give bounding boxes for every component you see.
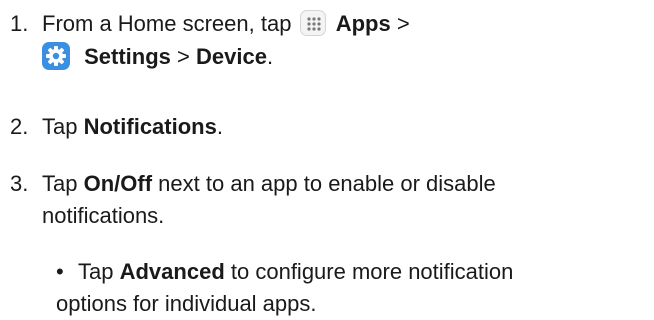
device-label: Device <box>196 44 267 69</box>
step-text: From a Home screen, tap <box>42 11 292 36</box>
bullet-marker: • <box>56 259 64 284</box>
step-text: next to an app to enable or disable <box>158 171 496 196</box>
separator: > <box>396 11 410 36</box>
on-off-label: On/Off <box>83 171 153 196</box>
period: . <box>266 44 274 69</box>
step-number: 2. <box>10 114 29 139</box>
bullet-text: options for individual apps. <box>56 291 317 316</box>
apps-grid-icon <box>299 10 326 36</box>
bullet-text: to configure more notification <box>230 259 514 284</box>
separator: > <box>177 44 190 69</box>
step-2-line-1: Tap Notifications. <box>42 111 223 143</box>
step-text: notifications. <box>42 203 165 228</box>
bullet-line-1: Tap Advanced to configure more notificat… <box>78 256 513 288</box>
step-text: Tap <box>42 114 78 139</box>
advanced-label: Advanced <box>119 259 225 284</box>
settings-gear-icon <box>42 42 70 70</box>
step-3-line-2: notifications. <box>42 200 164 232</box>
step-text: Tap <box>42 171 78 196</box>
bullet-text: Tap <box>78 259 114 284</box>
period: . <box>216 114 223 139</box>
step-1-line-2: Settings > Device. <box>42 41 273 73</box>
apps-label: Apps <box>335 11 391 36</box>
step-1-line-1: From a Home screen, tap Apps > <box>42 8 410 40</box>
bullet-line-2: options for individual apps. <box>56 288 317 320</box>
notifications-label: Notifications <box>83 114 217 139</box>
step-number: 1. <box>10 11 29 36</box>
settings-label: Settings <box>84 44 171 69</box>
step-number: 3. <box>10 171 29 196</box>
step-3-line-1: Tap On/Off next to an app to enable or d… <box>42 168 496 200</box>
